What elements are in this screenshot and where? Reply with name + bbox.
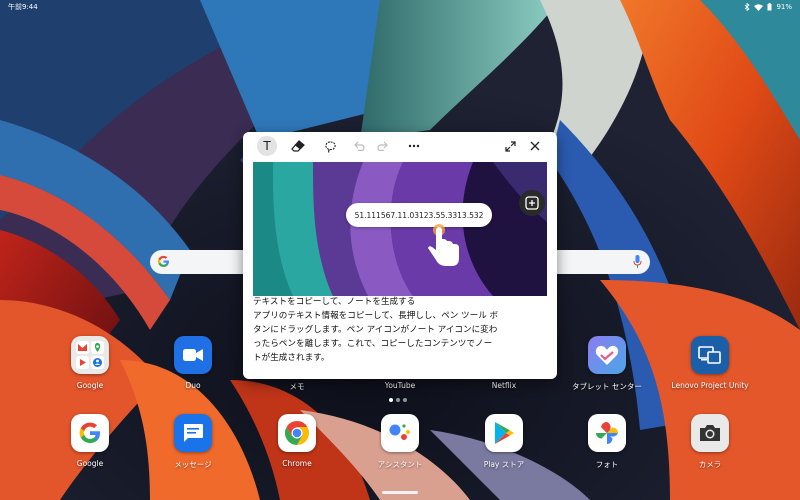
google-g-icon [157, 255, 169, 267]
expand-button[interactable] [500, 136, 520, 156]
app-google-folder[interactable]: Google [50, 336, 130, 390]
app-label: Google [76, 381, 104, 390]
note-line: タンにドラッグします。ペン アイコンがノート アイコンに変わ [253, 325, 498, 335]
copied-text-bubble: 51.111567.11.03123.55.3313.532 [346, 203, 492, 227]
chrome-icon [278, 414, 316, 452]
note-popup-window: T 51.111567.11.03123.55.3313.532 テキストをコピ… [243, 132, 557, 379]
page-dot-active [389, 398, 393, 402]
assistant-icon [381, 414, 419, 452]
google-g-icon [71, 414, 109, 452]
note-line: ったらペンを離します。これで、コピーしたコンテンツでノー [253, 339, 493, 349]
messages-icon [174, 414, 212, 452]
app-label: メモ [289, 382, 305, 391]
app-photos[interactable]: フォト [567, 414, 647, 470]
app-chrome[interactable]: Chrome [257, 414, 337, 468]
app-tablet-center[interactable]: タブレット センター [567, 336, 647, 392]
duo-camera-icon [174, 336, 212, 374]
note-line: テキストをコピーして、ノートを生成する [253, 297, 416, 307]
app-messages[interactable]: メッセージ [153, 414, 233, 470]
expand-icon [504, 140, 516, 152]
photos-pinwheel-icon [588, 414, 626, 452]
battery-icon [767, 3, 772, 11]
app-label: タブレット センター [572, 382, 642, 391]
app-label: フォト [595, 460, 619, 469]
app-label: Duo [185, 381, 201, 390]
app-label: Play ストア [483, 460, 525, 469]
note-illustration: 51.111567.11.03123.55.3313.532 [253, 162, 547, 296]
redo-icon [377, 141, 388, 151]
add-note-button[interactable] [519, 190, 545, 216]
page-dot [396, 398, 400, 402]
app-camera[interactable]: カメラ [670, 414, 750, 470]
app-label: Google [76, 459, 104, 468]
close-icon [530, 141, 540, 151]
status-icons: 91% [744, 0, 792, 14]
mic-icon[interactable] [633, 255, 642, 268]
note-body-text: テキストをコピーして、ノートを生成する アプリのテキスト情報をコピーして、長押し… [253, 295, 549, 365]
project-unity-icon [691, 336, 729, 374]
app-label: Netflix [491, 381, 517, 390]
page-dot [403, 398, 407, 402]
undo-button[interactable] [349, 136, 369, 156]
app-label: Chrome [282, 459, 312, 468]
battery-level: 91% [776, 3, 792, 11]
tap-hand-icon [428, 224, 459, 266]
text-tool-icon: T [263, 139, 271, 153]
app-label: YouTube [384, 381, 416, 390]
app-assistant[interactable]: アシスタント [360, 414, 440, 470]
app-label: アシスタント [377, 460, 423, 469]
note-line: トが生成されます。 [253, 353, 330, 363]
more-icon [408, 144, 420, 148]
plus-box-icon [525, 196, 539, 210]
home-gesture-bar[interactable] [382, 491, 418, 494]
app-duo[interactable]: Duo [153, 336, 233, 390]
app-label: Lenovo Project Unity [671, 381, 749, 390]
google-folder-icon [71, 336, 109, 374]
page-indicator [389, 398, 407, 402]
status-time: 午前9:44 [8, 3, 38, 11]
illustration-background [253, 162, 547, 296]
note-line: アプリのテキスト情報をコピーして、長押しし、ペン ツール ボ [253, 311, 499, 321]
more-options-button[interactable] [404, 136, 424, 156]
text-tool-button[interactable]: T [257, 136, 277, 156]
app-label: カメラ [698, 460, 722, 469]
app-project-unity[interactable]: Lenovo Project Unity [670, 336, 750, 390]
lasso-icon [324, 140, 336, 153]
wifi-icon [754, 3, 764, 11]
camera-icon [691, 414, 729, 452]
app-google[interactable]: Google [50, 414, 130, 468]
play-store-icon [485, 414, 523, 452]
bluetooth-icon [745, 3, 751, 11]
note-toolbar: T [243, 132, 557, 160]
redo-button[interactable] [373, 136, 393, 156]
close-button[interactable] [525, 136, 545, 156]
eraser-icon [291, 140, 305, 152]
app-label: メッセージ [174, 460, 212, 469]
tablet-center-icon [588, 336, 626, 374]
status-bar: 午前9:44 91% [0, 0, 800, 14]
eraser-button[interactable] [288, 136, 308, 156]
app-play-store[interactable]: Play ストア [464, 414, 544, 470]
undo-icon [354, 141, 365, 151]
lasso-button[interactable] [320, 136, 340, 156]
